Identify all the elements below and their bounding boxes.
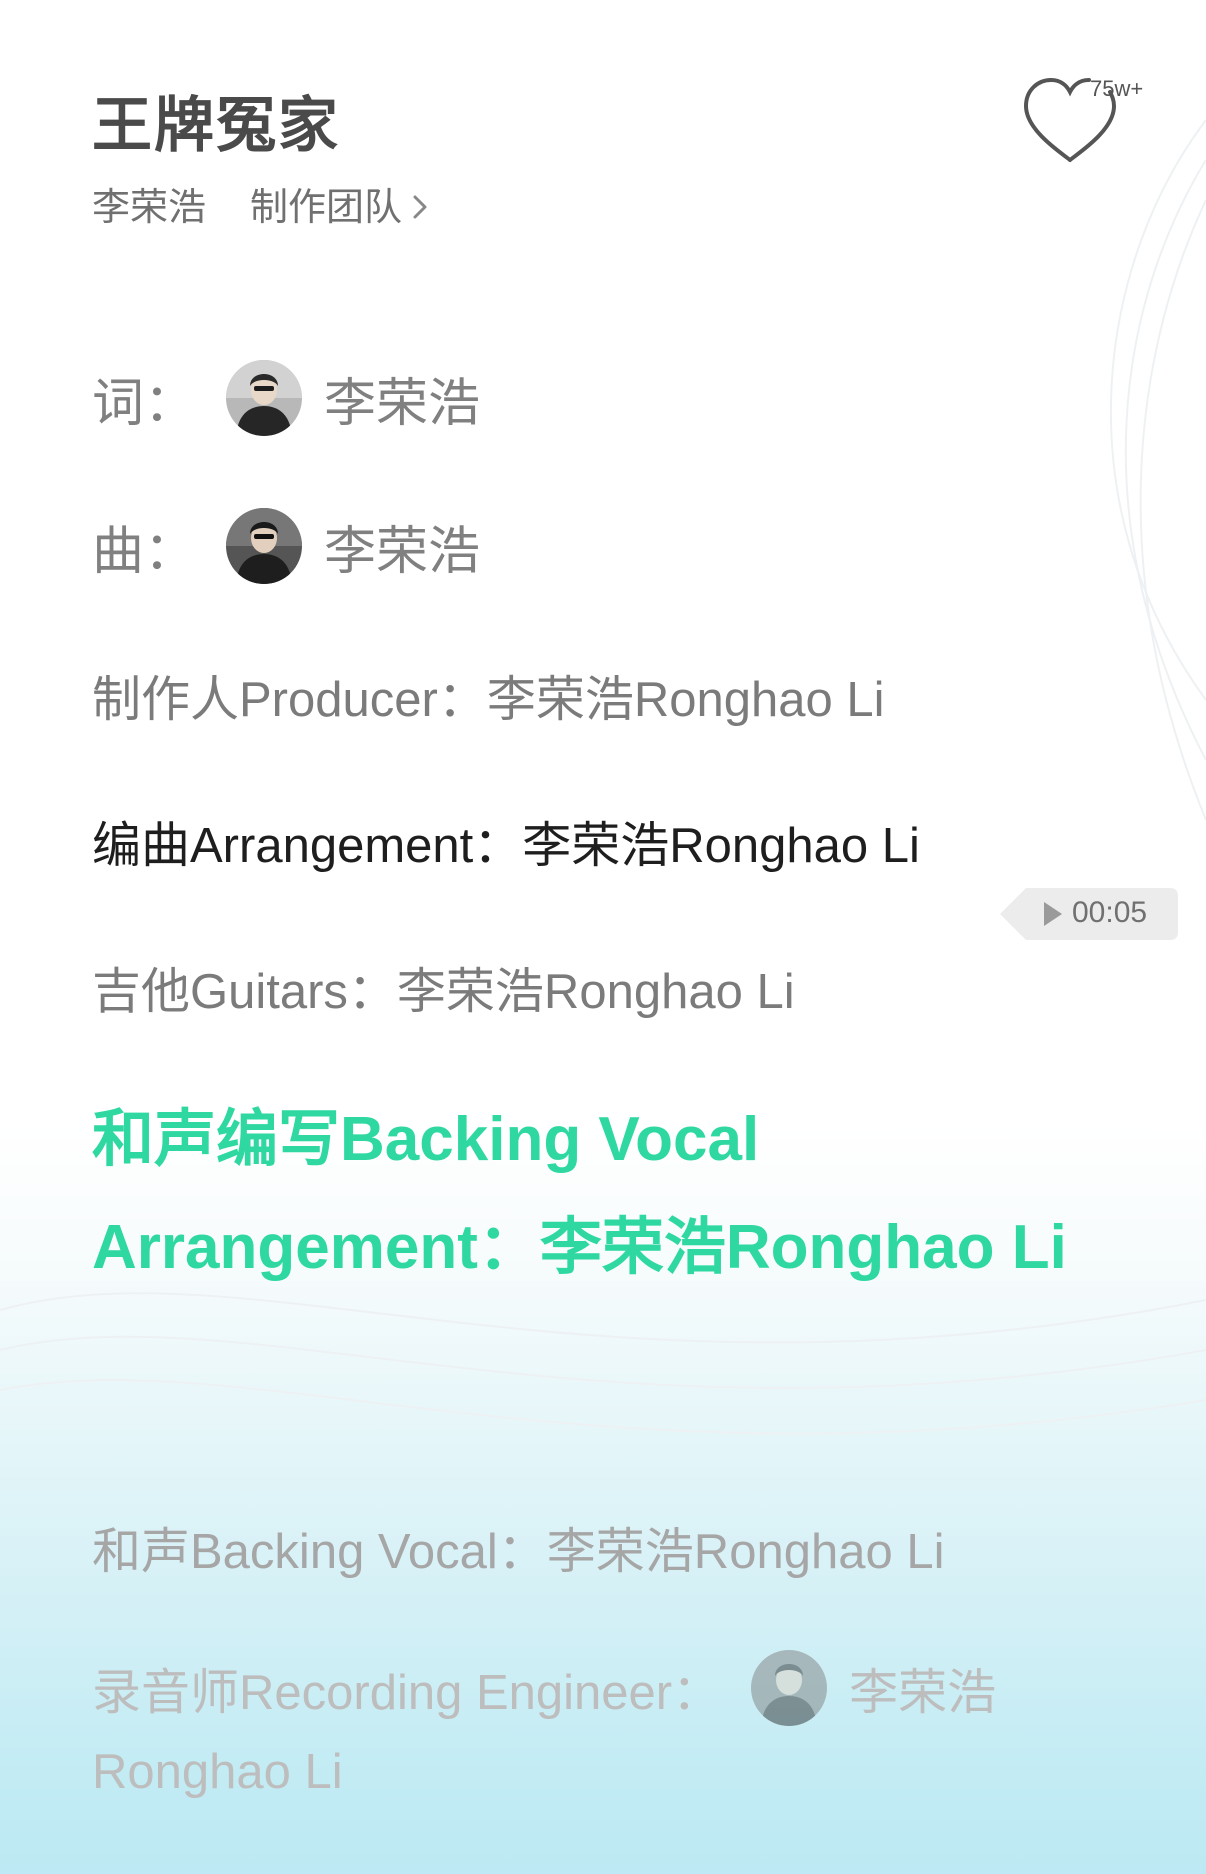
like-count: 75w+ xyxy=(1090,76,1144,101)
lyrics-label: 词： xyxy=(92,374,197,433)
production-team-link[interactable]: 制作团队 xyxy=(250,182,430,232)
seek-timestamp-button[interactable]: 00:05 xyxy=(1000,888,1178,940)
producer-credit: 制作人Producer：李荣浩Ronghao Li xyxy=(92,673,885,727)
recording-engineer-avatar[interactable] xyxy=(751,1650,828,1726)
recording-engineer-name-en: Ronghao Li xyxy=(92,1745,343,1799)
timestamp-label: 00:05 xyxy=(1072,896,1148,929)
production-team-label: 制作团队 xyxy=(250,185,403,229)
backing-vocal-credit: 和声Backing Vocal：李荣浩Ronghao Li xyxy=(92,1525,945,1579)
lyrics-credit: 词： 李荣浩 xyxy=(92,360,480,436)
artist-link[interactable]: 李荣浩 xyxy=(92,182,206,232)
lyricist-name[interactable]: 李荣浩 xyxy=(324,361,480,436)
current-lyric-line: 和声编写Backing Vocal Arrangement：李荣浩Ronghao… xyxy=(92,1105,1067,1282)
guitars-credit: 吉他Guitars：李荣浩Ronghao Li xyxy=(92,965,795,1019)
avatar-image xyxy=(226,360,303,436)
avatar-image xyxy=(751,1650,828,1726)
recording-engineer-label: 录音师Recording Engineer： xyxy=(92,1665,722,1720)
play-icon xyxy=(1044,902,1062,926)
lyricist-avatar[interactable] xyxy=(226,360,303,436)
music-credit: 曲： 李荣浩 xyxy=(92,508,480,584)
song-header: 王牌冤家 李荣浩 制作团队 xyxy=(92,88,430,232)
composer-name[interactable]: 李荣浩 xyxy=(324,509,480,584)
recording-engineer-credit: 录音师Recording Engineer： 李荣浩 Ronghao Li xyxy=(92,1650,996,1800)
composer-avatar[interactable] xyxy=(226,508,303,584)
arrangement-credit: 编曲Arrangement：李荣浩Ronghao Li xyxy=(92,819,920,873)
like-button[interactable]: 75w+ xyxy=(1020,72,1170,172)
song-subtitle-row: 李荣浩 制作团队 xyxy=(92,182,430,232)
recording-engineer-name[interactable]: 李荣浩 xyxy=(849,1653,996,1724)
avatar-image xyxy=(226,508,303,584)
music-label: 曲： xyxy=(92,522,197,581)
song-title: 王牌冤家 xyxy=(92,91,340,161)
chevron-right-icon xyxy=(413,195,427,219)
